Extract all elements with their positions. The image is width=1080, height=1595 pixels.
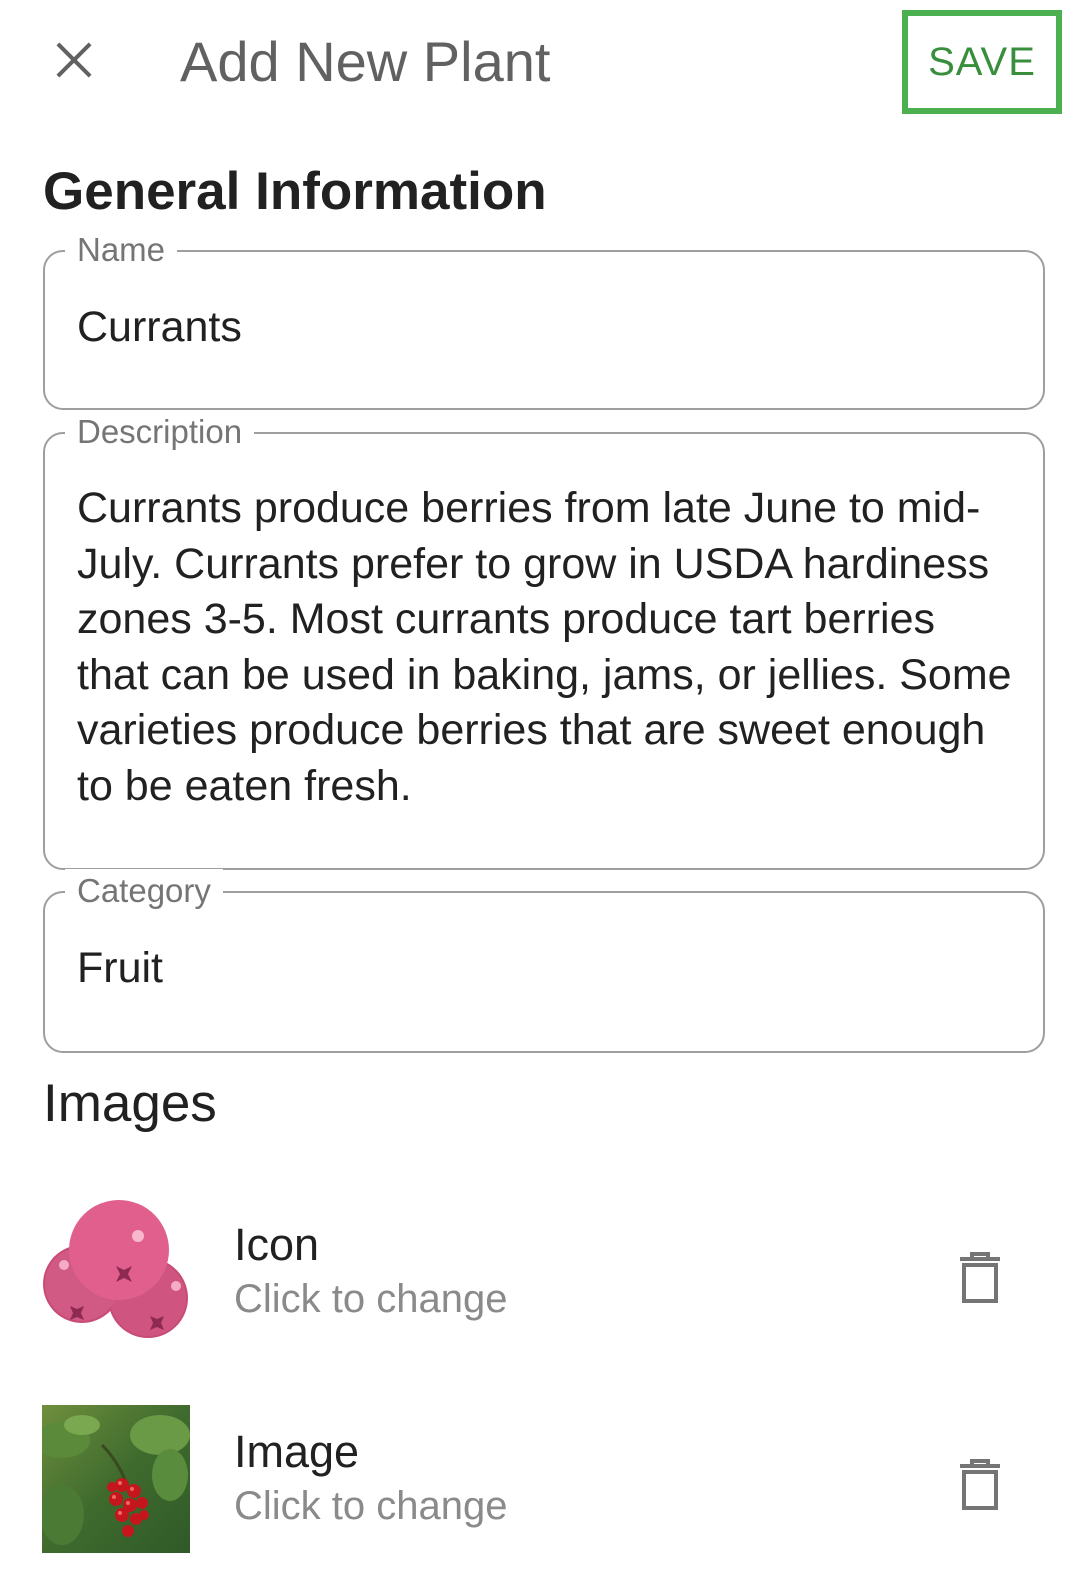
delete-image-button[interactable] bbox=[950, 1455, 1010, 1515]
category-field-label: Category bbox=[65, 869, 223, 913]
category-field[interactable]: Category Fruit bbox=[43, 869, 1045, 1053]
name-field-label: Name bbox=[65, 228, 178, 272]
page-title: Add New Plant bbox=[180, 30, 551, 93]
description-field-value[interactable]: Currants produce berries from late June … bbox=[77, 481, 1013, 814]
image-row-image[interactable]: Image Click to change bbox=[0, 1405, 1080, 1575]
name-field[interactable]: Name Currants bbox=[43, 228, 1045, 410]
trash-icon bbox=[960, 1459, 1000, 1510]
currant-berries-icon bbox=[43, 1200, 188, 1338]
close-icon bbox=[56, 42, 92, 78]
close-button[interactable] bbox=[40, 26, 108, 94]
name-field-value[interactable]: Currants bbox=[77, 300, 1013, 355]
currant-photo-thumbnail bbox=[42, 1405, 190, 1553]
description-field[interactable]: Description Currants produce berries fro… bbox=[43, 410, 1045, 870]
image-row-image-title: Image bbox=[234, 1426, 360, 1477]
category-field-value[interactable]: Fruit bbox=[77, 941, 1013, 996]
image-row-icon[interactable]: Icon Click to change bbox=[0, 1198, 1080, 1368]
top-app-bar: Add New Plant SAVE bbox=[0, 0, 1080, 125]
general-information-heading: General Information bbox=[43, 162, 547, 221]
images-heading: Images bbox=[43, 1074, 217, 1133]
image-row-icon-title: Icon bbox=[234, 1219, 320, 1270]
description-field-label: Description bbox=[65, 410, 255, 454]
save-button[interactable]: SAVE bbox=[902, 10, 1062, 114]
trash-icon bbox=[960, 1252, 1000, 1303]
image-row-image-subtitle: Click to change bbox=[234, 1484, 508, 1528]
delete-icon-button[interactable] bbox=[950, 1248, 1010, 1308]
image-row-icon-subtitle: Click to change bbox=[234, 1277, 508, 1321]
